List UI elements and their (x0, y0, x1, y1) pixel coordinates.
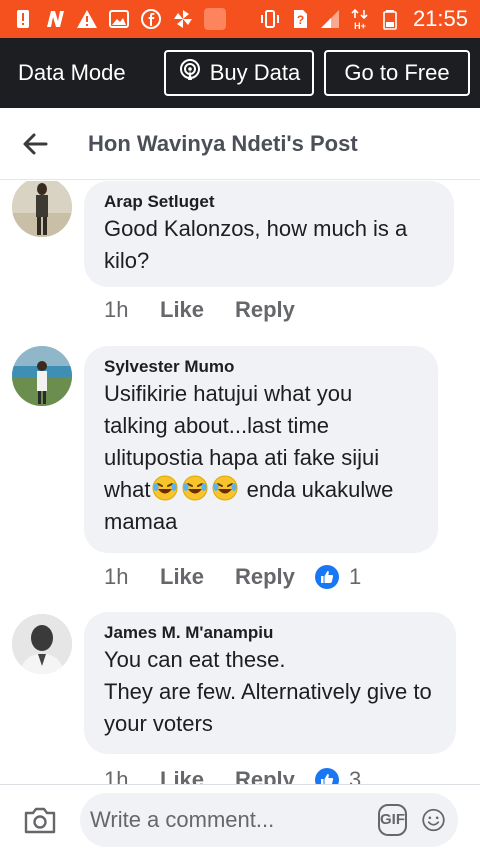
comment-author[interactable]: Sylvester Mumo (104, 356, 418, 378)
data-mode-bar: Data Mode Buy Data Go to Free (0, 38, 480, 108)
comment-text: Usifikirie hatujui what you talking abou… (104, 378, 418, 538)
thumbs-up-icon (315, 768, 339, 784)
comment-bubble[interactable]: Sylvester Mumo Usifikirie hatujui what y… (84, 346, 438, 553)
rolling-laughing-emoji (151, 474, 179, 502)
comment-actions: 1h Like Reply 1 (104, 564, 361, 590)
buy-data-button[interactable]: Buy Data (164, 50, 314, 96)
reply-button[interactable]: Reply (235, 767, 315, 784)
go-to-free-button[interactable]: Go to Free (324, 50, 470, 96)
avatar[interactable] (12, 614, 72, 674)
page-title: Hon Wavinya Ndeti's Post (88, 130, 358, 156)
status-bar: ? H+ 21:55 (0, 0, 480, 38)
rolling-laughing-emoji (181, 474, 209, 502)
pinwheel-icon (172, 8, 194, 30)
buy-data-label: Buy Data (209, 60, 301, 85)
comments-list: Arap Setluget Good Kalonzos, how much is… (0, 181, 480, 784)
broadcast-icon (178, 58, 202, 88)
comment-composer: GIF (0, 784, 480, 854)
back-button[interactable] (0, 108, 70, 180)
svg-text:?: ? (297, 13, 304, 27)
app-icon (204, 8, 226, 30)
comment-text-line: They are few. Alternatively give to your… (104, 679, 432, 736)
back-arrow-icon (23, 133, 48, 154)
reply-button[interactable]: Reply (235, 297, 315, 323)
like-button[interactable]: Like (160, 564, 235, 590)
data-mode-label: Data Mode (18, 60, 126, 85)
post-header: Hon Wavinya Ndeti's Post (0, 108, 480, 180)
image-icon (108, 8, 130, 30)
facebook-icon (140, 8, 162, 30)
avatar[interactable] (12, 346, 72, 406)
comment-input[interactable] (90, 806, 378, 833)
status-left-icons (12, 8, 226, 30)
reply-button[interactable]: Reply (235, 564, 315, 590)
comment-actions: 1h Like Reply (104, 297, 315, 323)
camera-icon (24, 807, 56, 833)
comment-author[interactable]: Arap Setluget (104, 191, 434, 213)
svg-text:H+: H+ (354, 21, 366, 30)
warning-icon (76, 8, 98, 30)
alert-icon (12, 8, 34, 30)
avatar[interactable] (12, 181, 72, 237)
reaction-count: 1 (349, 564, 362, 589)
battery-icon (379, 8, 401, 30)
like-button[interactable]: Like (160, 297, 235, 323)
comment-bubble[interactable]: James M. M'anampiu You can eat these. Th… (84, 612, 456, 754)
reaction-count: 3 (349, 767, 362, 784)
n-icon (44, 8, 66, 30)
go-to-free-label: Go to Free (344, 60, 450, 85)
comment-actions: 1h Like Reply 3 (104, 767, 361, 784)
camera-button[interactable] (0, 785, 80, 854)
status-right-icons: ? H+ 21:55 (259, 6, 468, 32)
gif-button[interactable]: GIF (378, 803, 407, 836)
comment-time: 1h (104, 297, 129, 322)
rolling-laughing-emoji (211, 474, 239, 502)
hplus-data-icon: H+ (349, 8, 371, 30)
comment-text-line: You can eat these. (104, 647, 286, 672)
comment-author[interactable]: James M. M'anampiu (104, 622, 436, 644)
reaction-summary[interactable]: 1 (315, 564, 361, 590)
emoji-picker-icon[interactable] (421, 803, 446, 837)
comment-time: 1h (104, 767, 129, 784)
vibrate-icon (259, 8, 281, 30)
signal-icon (319, 8, 341, 30)
comment-text: Good Kalonzos, how much is a kilo? (104, 216, 408, 273)
comment-bubble[interactable]: Arap Setluget Good Kalonzos, how much is… (84, 181, 454, 287)
sim-question-icon: ? (289, 8, 311, 30)
status-time: 21:55 (412, 6, 468, 31)
comment-box: GIF (80, 792, 458, 847)
thumbs-up-icon (315, 565, 339, 589)
like-button[interactable]: Like (160, 767, 235, 784)
comment-time: 1h (104, 564, 129, 589)
reaction-summary[interactable]: 3 (315, 767, 361, 784)
